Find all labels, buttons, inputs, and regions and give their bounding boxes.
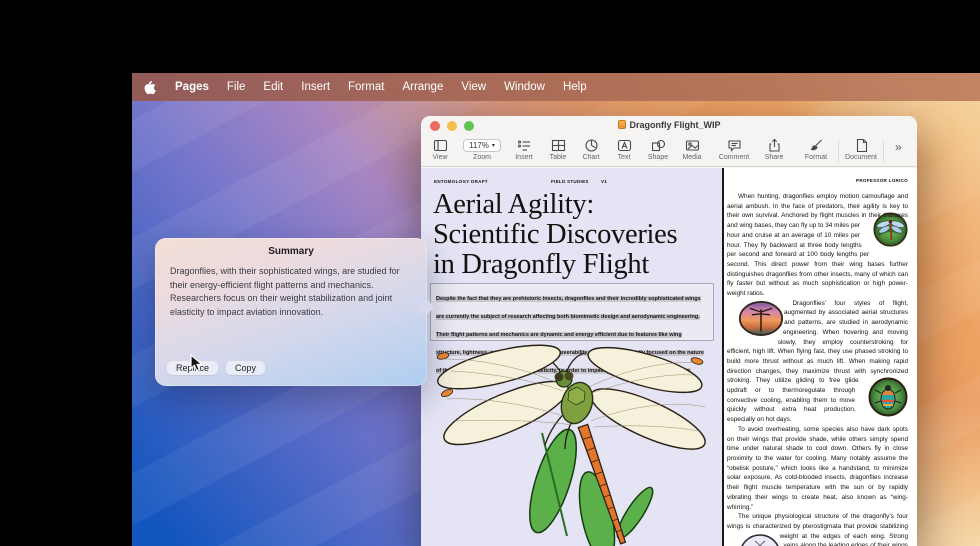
- zoom-icon: 117%▾: [456, 138, 508, 153]
- toolbar-overflow-button[interactable]: »: [895, 140, 902, 154]
- desktop-wallpaper: PagesFileEditInsertFormatArrangeViewWind…: [132, 73, 980, 546]
- article-paragraph: When hunting, dragonflies employ motion …: [727, 192, 908, 299]
- popup-title: Summary: [155, 238, 427, 257]
- inline-photo-butterfly-icon: [727, 533, 782, 546]
- menu-format[interactable]: Format: [339, 81, 393, 93]
- toolbar-label: Share: [752, 154, 796, 161]
- document-canvas[interactable]: ENTOMOLOGY DRAFT FIELD STUDIES V1 Aerial…: [421, 168, 917, 546]
- pages-document-icon: [618, 120, 626, 129]
- mouse-cursor: [190, 354, 205, 377]
- toolbar-label: Document: [839, 154, 883, 161]
- menu-view[interactable]: View: [452, 81, 495, 93]
- kicker-right: V1: [601, 179, 607, 184]
- toolbar: » View117%▾ZoomInsertTableChartTextShape…: [421, 136, 917, 167]
- menu-insert[interactable]: Insert: [292, 81, 339, 93]
- toolbar-button-share[interactable]: Share: [752, 138, 796, 161]
- menu-window[interactable]: Window: [495, 81, 554, 93]
- menu-help[interactable]: Help: [554, 81, 596, 93]
- document-left-column: ENTOMOLOGY DRAFT FIELD STUDIES V1 Aerial…: [421, 168, 722, 546]
- toolbar-label: Media: [670, 154, 714, 161]
- menu-arrange[interactable]: Arrange: [393, 81, 452, 93]
- comment-icon: [712, 138, 756, 153]
- toolbar-separator: [883, 140, 884, 162]
- apple-logo-icon[interactable]: [144, 80, 157, 95]
- toolbar-label: Comment: [712, 154, 756, 161]
- article-paragraph: To avoid overheating, some species also …: [727, 425, 908, 512]
- toolbar-label: Zoom: [456, 154, 508, 161]
- toolbar-button-document[interactable]: Document: [839, 138, 883, 161]
- media-icon: [670, 138, 714, 153]
- toolbar-button-comment[interactable]: Comment: [712, 138, 756, 161]
- document-icon: [839, 138, 883, 153]
- pages-window: Dragonfly Flight_WIP » View117%▾ZoomInse…: [421, 116, 917, 546]
- intro-text-box[interactable]: Despite the fact that they are prehistor…: [430, 283, 714, 341]
- toolbar-label: Format: [794, 154, 838, 161]
- toolbar-button-zoom[interactable]: 117%▾ Zoom: [456, 138, 508, 161]
- menu-file[interactable]: File: [218, 81, 255, 93]
- window-title: Dragonfly Flight_WIP: [421, 120, 917, 130]
- format-icon: [794, 138, 838, 153]
- toolbar-button-media[interactable]: Media: [670, 138, 714, 161]
- toolbar-button-format[interactable]: Format: [794, 138, 838, 161]
- article-paragraph: Dragonflies’ four styles of flight, augm…: [727, 299, 908, 425]
- dragonfly-illustration: [425, 341, 718, 546]
- kicker-left: ENTOMOLOGY DRAFT: [434, 179, 488, 184]
- menu-edit[interactable]: Edit: [254, 81, 292, 93]
- copy-button[interactable]: Copy: [226, 361, 265, 375]
- document-right-column: PROFESSOR LORICO When hunting, dragonfli…: [724, 168, 917, 546]
- article-paragraph: The unique physiological structure of th…: [727, 512, 908, 546]
- title-bar: Dragonfly Flight_WIP: [421, 116, 917, 136]
- inline-photo-dragonfly-leaf-icon: [862, 212, 908, 251]
- share-icon: [752, 138, 796, 153]
- byline: PROFESSOR LORICO: [856, 178, 908, 183]
- menu-bar: PagesFileEditInsertFormatArrangeViewWind…: [132, 73, 980, 101]
- kicker-center: FIELD STUDIES: [551, 179, 589, 184]
- zoom-level-dropdown[interactable]: 117%▾: [463, 139, 501, 152]
- popup-summary-text: Dragonflies, with their sophisticated wi…: [155, 257, 427, 319]
- article-text[interactable]: When hunting, dragonflies employ motion …: [727, 192, 908, 546]
- inline-photo-dragonfly-sunset-icon: [727, 300, 784, 341]
- inline-photo-beetle-icon: [857, 377, 908, 421]
- menu-pages[interactable]: Pages: [166, 81, 218, 93]
- document-title: Aerial Agility: Scientific Discoveries i…: [433, 190, 718, 280]
